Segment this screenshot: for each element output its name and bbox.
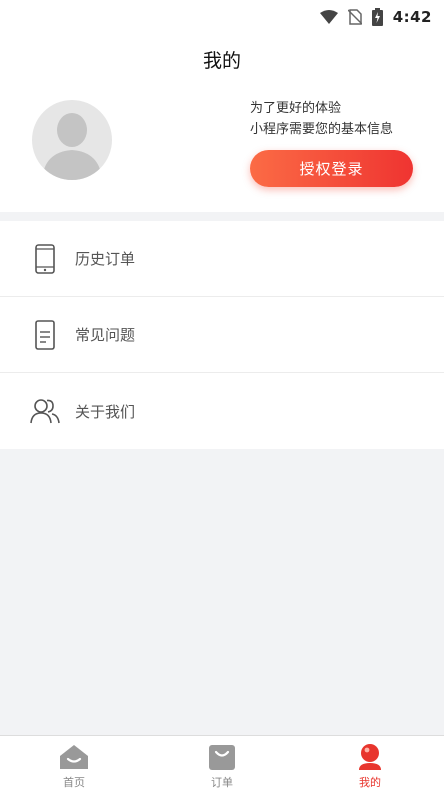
document-icon (30, 319, 60, 350)
wifi-icon (319, 10, 338, 24)
menu-item-order-history[interactable]: 历史订单 (0, 221, 444, 297)
status-bar: 4:42 (0, 0, 444, 34)
no-sim-icon (347, 9, 362, 25)
authorize-login-button[interactable]: 授权登录 (250, 150, 413, 187)
menu-item-label: 常见问题 (75, 326, 136, 344)
menu-item-label: 关于我们 (75, 402, 136, 421)
shopping-bag-icon (207, 743, 237, 771)
auth-prompt: 为了更好的体验 小程序需要您的基本信息 (250, 98, 393, 140)
status-time: 4:42 (392, 8, 432, 26)
profile-section: 为了更好的体验 小程序需要您的基本信息 授权登录 (0, 84, 444, 212)
bottom-tab-bar: 首页 订单 我的 (0, 735, 444, 798)
menu-item-label: 历史订单 (75, 250, 136, 268)
users-icon (30, 396, 60, 426)
tab-home[interactable]: 首页 (0, 736, 148, 798)
tab-label: 首页 (63, 776, 85, 789)
menu-item-faq[interactable]: 常见问题 (0, 297, 444, 373)
battery-charging-icon (371, 8, 383, 26)
menu-list: 历史订单 常见问题 关于我们 (0, 221, 444, 449)
default-avatar-icon[interactable] (32, 100, 112, 180)
phone-icon (30, 243, 60, 274)
menu-item-about-us[interactable]: 关于我们 (0, 373, 444, 449)
auth-prompt-line2: 小程序需要您的基本信息 (250, 122, 394, 137)
tab-orders[interactable]: 订单 (148, 736, 296, 798)
home-icon (59, 743, 89, 771)
page-title: 我的 (202, 49, 241, 72)
header: 我的 (0, 34, 444, 84)
tab-mine[interactable]: 我的 (296, 736, 444, 798)
tab-label: 订单 (211, 776, 233, 789)
user-icon (355, 743, 385, 771)
auth-prompt-line1: 为了更好的体验 (250, 101, 342, 116)
tab-label: 我的 (359, 776, 381, 789)
